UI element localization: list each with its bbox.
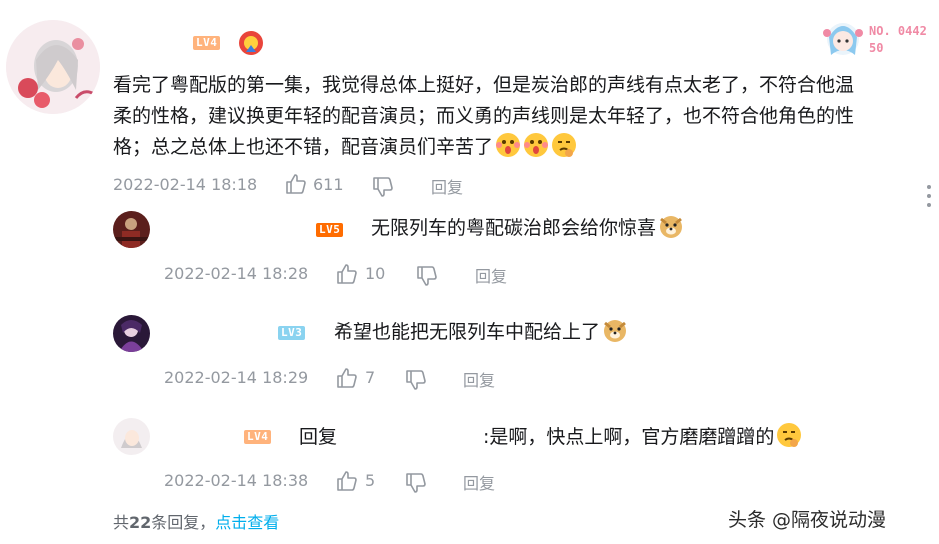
thumbs-down-icon[interactable] xyxy=(404,368,428,392)
reply-avatar[interactable] xyxy=(113,315,150,352)
reply-timestamp: 2022-02-14 18:29 xyxy=(164,368,309,387)
avatar-image xyxy=(113,211,150,248)
surprised-emoji-icon xyxy=(523,132,549,158)
user-level-badge: LV5 xyxy=(316,223,344,237)
like-count: 611 xyxy=(313,175,344,194)
reply-timestamp: 2022-02-14 18:38 xyxy=(164,471,309,490)
reply-button[interactable]: 回复 xyxy=(463,367,495,391)
reply-summary: 共22条回复，点击查看 xyxy=(113,509,279,533)
avatar-image xyxy=(113,315,150,352)
vip-badge-icon xyxy=(238,30,264,60)
reply-text: :是啊，快点上啊，官方磨磨蹭蹭的 xyxy=(483,422,802,453)
view-replies-link[interactable]: 点击查看 xyxy=(215,513,279,532)
like-count: 7 xyxy=(365,368,376,387)
thinking-emoji-icon xyxy=(776,422,802,448)
reply-button[interactable]: 回复 xyxy=(431,174,463,198)
fan-badge-number: NO. 044250 xyxy=(869,24,927,55)
thumbs-up-icon[interactable] xyxy=(335,366,359,390)
user-level-badge: LV3 xyxy=(278,326,306,340)
comment-line: 看完了粤配版的第一集，我觉得总体上挺好，但是炭治郎的声线有点太老了，不符合他温 xyxy=(113,74,855,96)
reply-avatar[interactable] xyxy=(113,211,150,248)
reply-avatar[interactable] xyxy=(113,418,150,455)
main-comment-avatar[interactable] xyxy=(6,20,100,114)
more-vertical-icon[interactable] xyxy=(926,184,932,208)
reply-text: 无限列车的粤配碳治郎会给你惊喜 xyxy=(371,213,684,244)
reply-total-count: 22 xyxy=(129,513,152,532)
surprised-emoji-icon xyxy=(495,132,521,158)
main-comment-text: 看完了粤配版的第一集，我觉得总体上挺好，但是炭治郎的声线有点太老了，不符合他温 … xyxy=(113,70,854,163)
avatar-image xyxy=(6,20,100,114)
watermark: 头条 @隔夜说动漫 xyxy=(728,509,887,531)
comment-line: 格；总之总体上也还不错，配音演员们辛苦了 xyxy=(113,132,854,163)
comment-line: 柔的性格，建议换更年轻的配音演员；而义勇的声线则是太年轻了，也不符合他角色的性 xyxy=(113,105,855,127)
reply-button[interactable]: 回复 xyxy=(463,470,495,494)
thumbs-down-icon[interactable] xyxy=(404,471,428,495)
doge-emoji-icon xyxy=(658,213,684,239)
fan-badge-icon xyxy=(823,23,863,55)
comment-timestamp: 2022-02-14 18:18 xyxy=(113,175,258,194)
thumbs-up-icon[interactable] xyxy=(335,469,359,493)
reply-prefix: 回复 xyxy=(299,426,338,448)
thumbs-down-icon[interactable] xyxy=(415,264,439,288)
reply-text: 希望也能把无限列车中配给上了 xyxy=(334,317,628,348)
avatar-image xyxy=(113,418,150,455)
thumbs-up-icon[interactable] xyxy=(284,172,308,196)
fan-badge: NO. 044250 xyxy=(815,15,933,63)
reply-total-prefix: 共 xyxy=(113,513,130,532)
reply-button[interactable]: 回复 xyxy=(475,263,507,287)
like-count: 5 xyxy=(365,471,376,490)
reply-timestamp: 2022-02-14 18:28 xyxy=(164,264,309,283)
user-level-badge: LV4 xyxy=(193,36,221,50)
user-level-badge: LV4 xyxy=(244,430,272,444)
thumbs-down-icon[interactable] xyxy=(371,175,395,199)
reply-total-suffix: 条回复， xyxy=(151,513,216,532)
thinking-emoji-icon xyxy=(551,132,577,158)
thumbs-up-icon[interactable] xyxy=(335,262,359,286)
doge-emoji-icon xyxy=(602,317,628,343)
like-count: 10 xyxy=(365,264,386,283)
